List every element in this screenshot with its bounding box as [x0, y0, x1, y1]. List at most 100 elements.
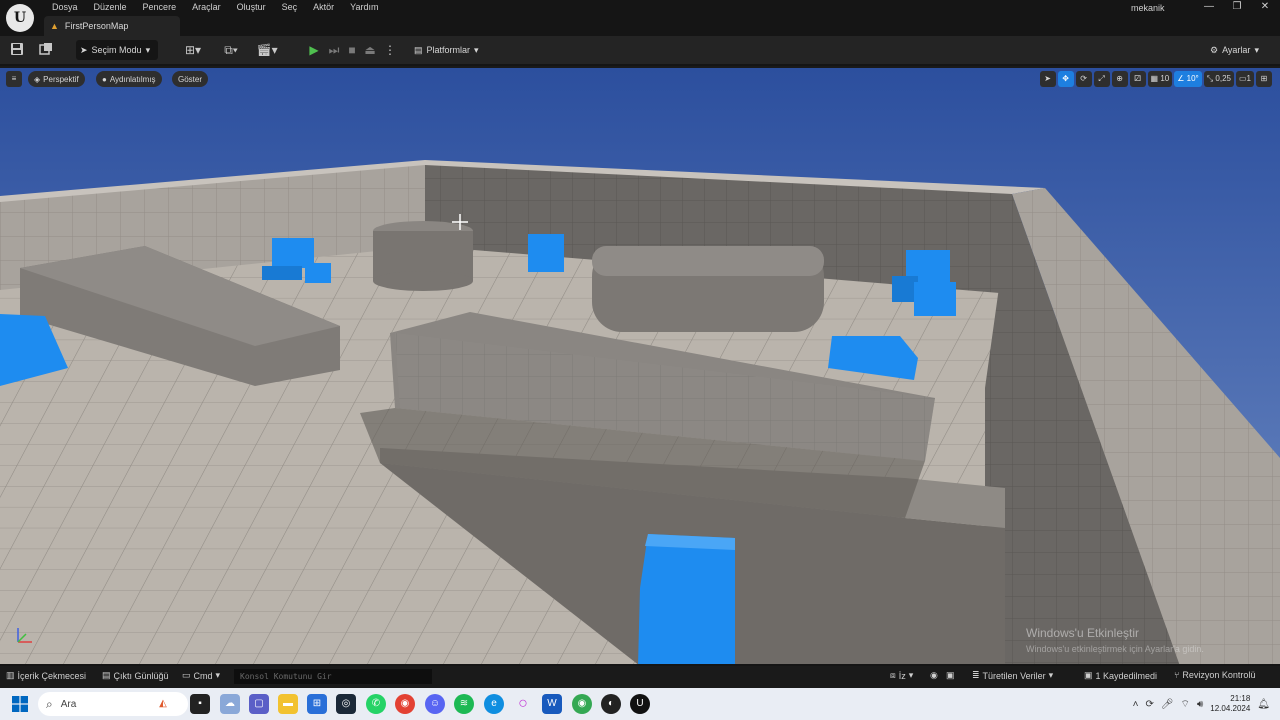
sync-icon[interactable]: ⟳ — [1145, 699, 1153, 710]
console-command-input[interactable]: Konsol Komutunu Gir — [234, 669, 432, 684]
perspective-button[interactable]: ◈ Perspektif — [28, 71, 85, 87]
chevron-up-icon[interactable]: ˄ — [1133, 699, 1139, 710]
menu-item-olustur[interactable]: Oluştur — [229, 0, 274, 14]
trace-dropdown[interactable]: ⧈ İz ▾ — [890, 670, 913, 681]
menu-item-duzenle[interactable]: Düzenle — [86, 0, 135, 14]
scale-snap-icon: ⤡ — [1206, 74, 1214, 83]
file-explorer-icon[interactable]: ▬ — [278, 694, 298, 714]
menu-item-dosya[interactable]: Dosya — [44, 0, 86, 14]
unsaved-button[interactable]: ▣ 1 Kaydedilmedi — [1084, 670, 1157, 681]
add-actor-icon[interactable]: ⊞▾ — [180, 42, 206, 58]
more-options-icon[interactable]: ⋮ — [382, 42, 398, 58]
whatsapp-icon[interactable]: ✆ — [366, 694, 386, 714]
show-button[interactable]: Göster — [172, 71, 209, 87]
output-log-label: Çıktı Günlüğü — [113, 670, 169, 681]
windows-taskbar: ⌕ Ara ◭ ▪ ☁ ▢ ▬ ⊞ ◎ ✆ ◉ ☺ ≋ e ○ W ◉ ◐ U … — [0, 688, 1280, 720]
task-view-icon[interactable]: ▪ — [190, 694, 210, 714]
platform-icon: ▤ — [414, 44, 423, 55]
level-viewport[interactable]: ≡ ◈ Perspektif ● Aydınlatılmış Göster ➤ … — [0, 66, 1280, 664]
platforms-dropdown[interactable]: ▤ Platformlar ▾ — [414, 40, 490, 60]
opera-icon[interactable]: ○ — [513, 694, 533, 714]
derived-data-dropdown[interactable]: ≣ Türetilen Veriler ▾ — [972, 670, 1053, 681]
lighting-mode-button[interactable]: ● Aydınlatılmış — [96, 71, 162, 87]
stop-icon[interactable]: ■ — [344, 42, 360, 58]
step-icon[interactable]: ⏭︎ — [326, 42, 342, 58]
trace-icon: ⧈ — [890, 670, 896, 680]
wifi-icon[interactable]: ⌔ — [1181, 698, 1190, 711]
store-icon[interactable]: ⊞ — [307, 694, 327, 714]
blueprint-icon[interactable]: ⧉▾ — [218, 42, 244, 58]
spotify-icon[interactable]: ≋ — [454, 694, 474, 714]
widgets-icon[interactable]: ☁ — [220, 694, 240, 714]
viewport-menu-icon[interactable]: ≡ — [6, 71, 22, 87]
chevron-down-icon: ▾ — [1048, 670, 1054, 680]
settings-dropdown[interactable]: ⚙ Ayarlar ▾ — [1210, 40, 1276, 60]
unreal-engine-taskbar-icon[interactable]: U — [630, 694, 650, 714]
grid-icon: ▦ — [1150, 74, 1159, 83]
scale-snap-button[interactable]: ⤡ 0,25 — [1203, 71, 1234, 87]
save-icon[interactable] — [9, 42, 25, 58]
viewport-transform-tools: ➤ ✥ ⟳ ⤢ ⊕ ⚂ ▦ 10 ∠ 10° ⤡ 0,25 ▭1 ⊞ — [1039, 71, 1272, 87]
microphone-icon[interactable]: 🎤︎ — [1161, 699, 1174, 710]
windows-activation-hint: Windows'u etkinleştirmek için Ayarlar'a … — [1026, 644, 1204, 654]
show-label: Göster — [178, 74, 203, 84]
surface-snap-icon[interactable]: ⚂ — [1129, 71, 1146, 87]
teams-chat-icon[interactable]: ▢ — [249, 694, 269, 714]
menu-item-aktor[interactable]: Aktör — [305, 0, 342, 14]
eject-icon[interactable]: ⏏︎ — [362, 42, 378, 58]
perspective-label: Perspektif — [43, 74, 79, 84]
chrome-profile-icon[interactable]: ◉ — [572, 694, 592, 714]
word-icon[interactable]: W — [542, 694, 562, 714]
cmd-label: Cmd — [193, 670, 213, 681]
chevron-down-icon: ▾ — [474, 44, 479, 55]
cursor-icon: ➤ — [80, 44, 88, 55]
clock[interactable]: 21:18 12.04.2024 — [1210, 694, 1250, 714]
volume-icon[interactable]: 🔊︎ — [1197, 699, 1203, 710]
discord-icon[interactable]: ☺ — [425, 694, 445, 714]
trace-label: İz — [898, 670, 906, 681]
edge-icon[interactable]: e — [484, 694, 504, 714]
github-icon[interactable]: ◐ — [601, 694, 621, 714]
restore-icon[interactable]: ❐ — [1224, 0, 1250, 14]
cmd-dropdown[interactable]: ▭ Cmd ▾ — [182, 670, 220, 681]
world-space-icon[interactable]: ⊕ — [1111, 71, 1128, 87]
scene-render[interactable] — [0, 68, 1280, 664]
rotation-snap-button[interactable]: ∠ 10° — [1174, 71, 1202, 87]
content-drawer-label: İçerik Çekmecesi — [17, 670, 87, 681]
notification-bell-icon[interactable]: 🔔︎ — [1257, 699, 1270, 710]
menu-item-pencere[interactable]: Pencere — [135, 0, 185, 14]
play-icon[interactable]: ▶ — [306, 42, 322, 58]
close-icon[interactable]: ✕ — [1252, 0, 1278, 14]
output-log-button[interactable]: ▤ Çıktı Günlüğü — [102, 670, 169, 681]
menu-item-araclar[interactable]: Araçlar — [184, 0, 229, 14]
chevron-down-icon: ▾ — [215, 670, 221, 680]
unreal-engine-logo-icon[interactable]: U — [6, 4, 34, 32]
search-icon: ⌕ — [46, 696, 53, 711]
content-drawer-button[interactable]: ▥ İçerik Çekmecesi — [6, 670, 86, 681]
camera-speed-icon[interactable]: ▭1 — [1235, 71, 1254, 87]
search-highlight-icon[interactable]: ◭ — [153, 694, 173, 714]
scale-tool-icon[interactable]: ⤢ — [1093, 71, 1110, 87]
cube-icon: ◈ — [34, 74, 41, 84]
search-placeholder: Ara — [60, 698, 77, 710]
grid-snap-button[interactable]: ▦ 10 — [1147, 71, 1173, 87]
menu-item-sec[interactable]: Seç — [274, 0, 306, 14]
camera-capture-icon[interactable]: ▣ — [946, 670, 955, 681]
menu-item-yardim[interactable]: Yardım — [342, 0, 386, 14]
chrome-icon[interactable]: ◉ — [395, 694, 415, 714]
cinematics-icon[interactable]: 🎬︎▾ — [254, 42, 280, 58]
content-browser-icon[interactable] — [38, 42, 54, 58]
move-tool-icon[interactable]: ✥ — [1057, 71, 1074, 87]
tab-first-person-map[interactable]: ▲ FirstPersonMap — [44, 16, 180, 36]
record-icon[interactable]: ◉ — [930, 670, 938, 681]
lighting-mode-label: Aydınlatılmış — [109, 74, 156, 84]
selection-mode-dropdown[interactable]: ➤ Seçim Modu ▾ — [76, 40, 158, 60]
select-tool-icon[interactable]: ➤ — [1039, 71, 1056, 87]
windows-start-icon[interactable] — [12, 696, 28, 712]
minimize-icon[interactable]: — — [1196, 0, 1222, 14]
rotate-tool-icon[interactable]: ⟳ — [1075, 71, 1092, 87]
revision-control-button[interactable]: ⑂ Revizyon Kontrolü — [1174, 670, 1255, 680]
level-map-icon: ▲ — [50, 21, 59, 31]
maximize-viewport-icon[interactable]: ⊞ — [1256, 71, 1272, 87]
steam-icon[interactable]: ◎ — [336, 694, 356, 714]
